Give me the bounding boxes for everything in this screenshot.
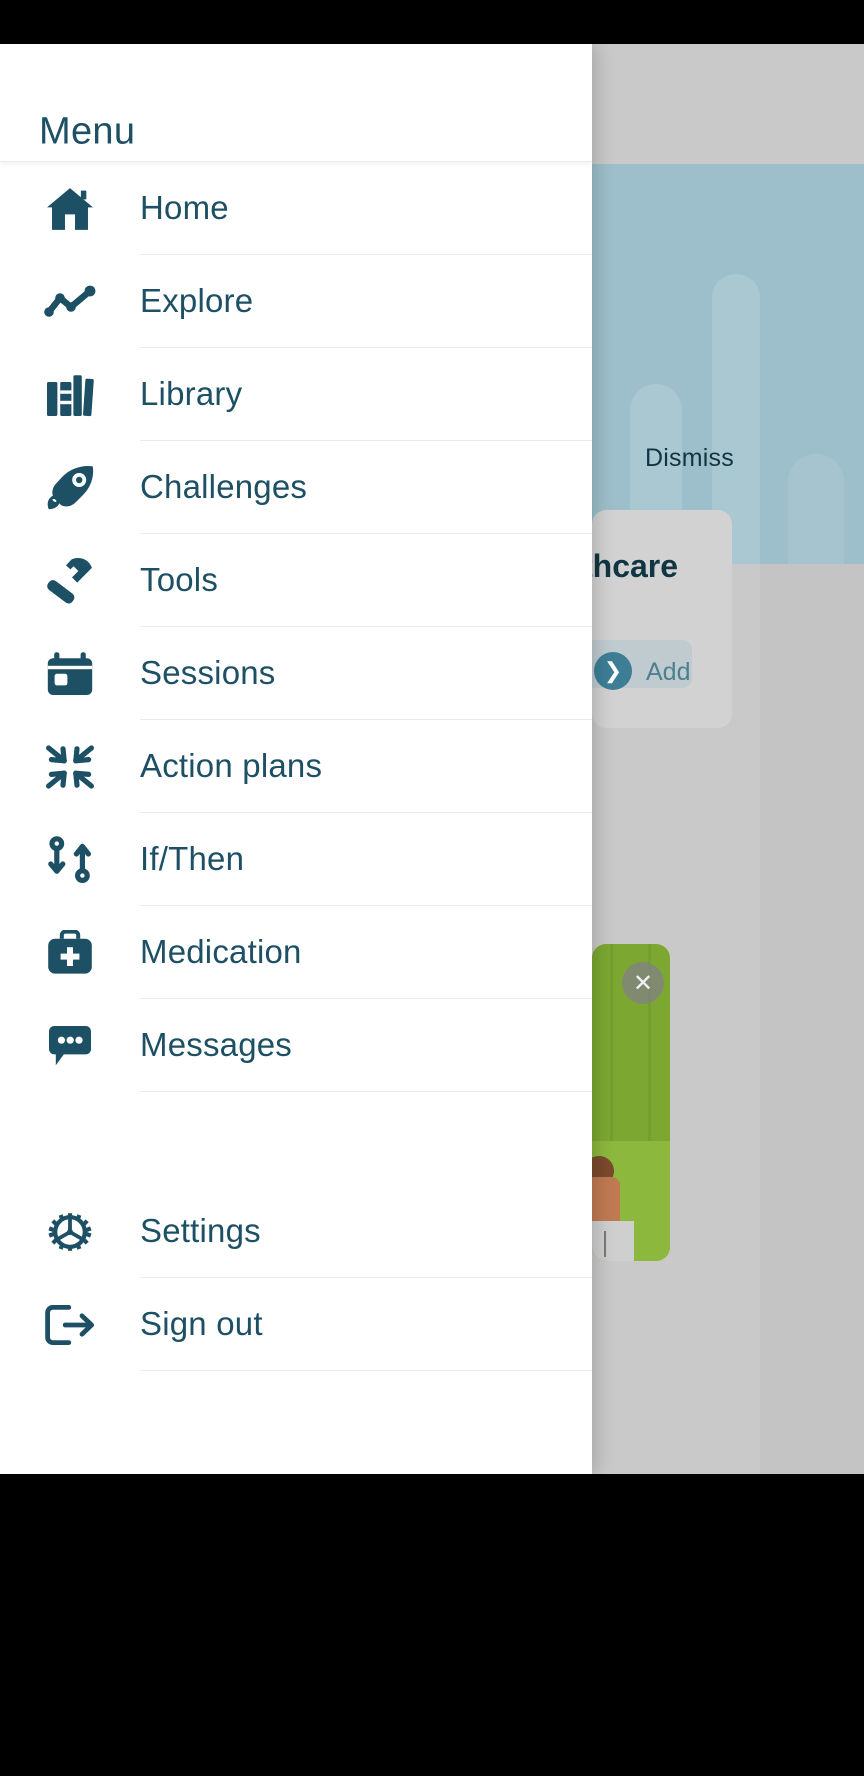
home-icon — [0, 186, 140, 232]
sidebar-item-action-plans-row: Action plans — [140, 720, 592, 813]
sidebar-item-messages-row: Messages — [140, 999, 592, 1092]
navigation-bar — [0, 1474, 864, 1776]
sidebar-item-label: If/Then — [140, 840, 245, 877]
drawer-header: Menu — [0, 44, 592, 162]
sidebar-item-sign-out-row: Sign out — [140, 1278, 592, 1371]
spacer-row — [140, 1092, 592, 1185]
dismiss-link[interactable]: Dismiss — [645, 444, 734, 473]
drawer-nav-list: Home Explore Library Challenges Tools Se… — [0, 162, 592, 1371]
sidebar-item-library-row: Library — [140, 348, 592, 441]
sidebar-item-if-then-row: If/Then — [140, 813, 592, 906]
illustration-desk-detail — [604, 1231, 606, 1257]
sidebar-item-explore[interactable]: Explore — [0, 255, 592, 348]
illustration-person-body — [592, 1177, 620, 1225]
sidebar-item-label: Explore — [140, 282, 254, 319]
sidebar-item-label: Medication — [140, 933, 302, 970]
page-title: Menu — [39, 110, 136, 153]
sidebar-item-tools[interactable]: Tools — [0, 534, 592, 627]
close-icon[interactable]: ✕ — [622, 962, 664, 1004]
phone-screen: Dismiss thcare ❯ Add ✕ Menu Home Explore… — [0, 0, 864, 1776]
chevron-right-icon[interactable]: ❯ — [594, 652, 632, 690]
sidebar-item-label: Sessions — [140, 654, 276, 691]
sidebar-item-label: Settings — [140, 1212, 261, 1249]
sidebar-item-label: Messages — [140, 1026, 293, 1063]
gear-icon — [0, 1208, 140, 1256]
sidebar-item-explore-row: Explore — [140, 255, 592, 348]
sidebar-item-sessions[interactable]: Sessions — [0, 627, 592, 720]
chat-bubble-dots-icon — [0, 1024, 140, 1068]
illustration-stripe — [610, 944, 613, 1144]
books-icon — [0, 372, 140, 418]
sidebar-item-home-row: Home — [140, 162, 592, 255]
sidebar-item-label: Action plans — [140, 747, 323, 784]
medical-bag-icon — [0, 929, 140, 976]
sidebar-item-home[interactable]: Home — [0, 162, 592, 255]
rocket-icon — [0, 464, 140, 512]
healthcare-card[interactable]: thcare ❯ Add — [580, 510, 732, 728]
sidebar-item-sessions-row: Sessions — [140, 627, 592, 720]
navigation-drawer: Menu Home Explore Library Challenges Too… — [0, 44, 592, 1474]
add-button-label[interactable]: Add — [646, 658, 690, 687]
sidebar-item-action-plans[interactable]: Action plans — [0, 720, 592, 813]
sidebar-item-tools-row: Tools — [140, 534, 592, 627]
sidebar-item-settings-row: Settings — [140, 1185, 592, 1278]
exchange-arrows-icon — [0, 835, 140, 884]
sidebar-item-medication[interactable]: Medication — [0, 906, 592, 999]
illustration-desk — [592, 1221, 634, 1261]
sidebar-item-if-then[interactable]: If/Then — [0, 813, 592, 906]
healthcare-card-title: thcare — [582, 548, 679, 584]
sidebar-item-label: Library — [140, 375, 243, 412]
compress-arrows-icon — [0, 744, 140, 790]
calendar-icon — [0, 651, 140, 697]
sidebar-item-challenges-row: Challenges — [140, 441, 592, 534]
sidebar-item-sign-out[interactable]: Sign out — [0, 1278, 592, 1371]
sign-out-icon — [0, 1303, 140, 1347]
sidebar-item-label: Tools — [140, 561, 219, 598]
hammer-icon — [0, 557, 140, 605]
drawer-spacer — [0, 1092, 592, 1185]
sidebar-item-settings[interactable]: Settings — [0, 1185, 592, 1278]
sidebar-item-label: Challenges — [140, 468, 308, 505]
chart-line-icon — [0, 285, 140, 319]
sidebar-item-messages[interactable]: Messages — [0, 999, 592, 1092]
sidebar-item-medication-row: Medication — [140, 906, 592, 999]
hero-decoration-pill — [788, 454, 844, 564]
illustration-card[interactable]: ✕ — [592, 944, 670, 1261]
status-bar — [0, 0, 864, 44]
sidebar-item-library[interactable]: Library — [0, 348, 592, 441]
sidebar-item-label: Home — [140, 189, 229, 226]
sidebar-item-challenges[interactable]: Challenges — [0, 441, 592, 534]
background-side-strip — [760, 564, 864, 1474]
sidebar-item-label: Sign out — [140, 1305, 263, 1342]
